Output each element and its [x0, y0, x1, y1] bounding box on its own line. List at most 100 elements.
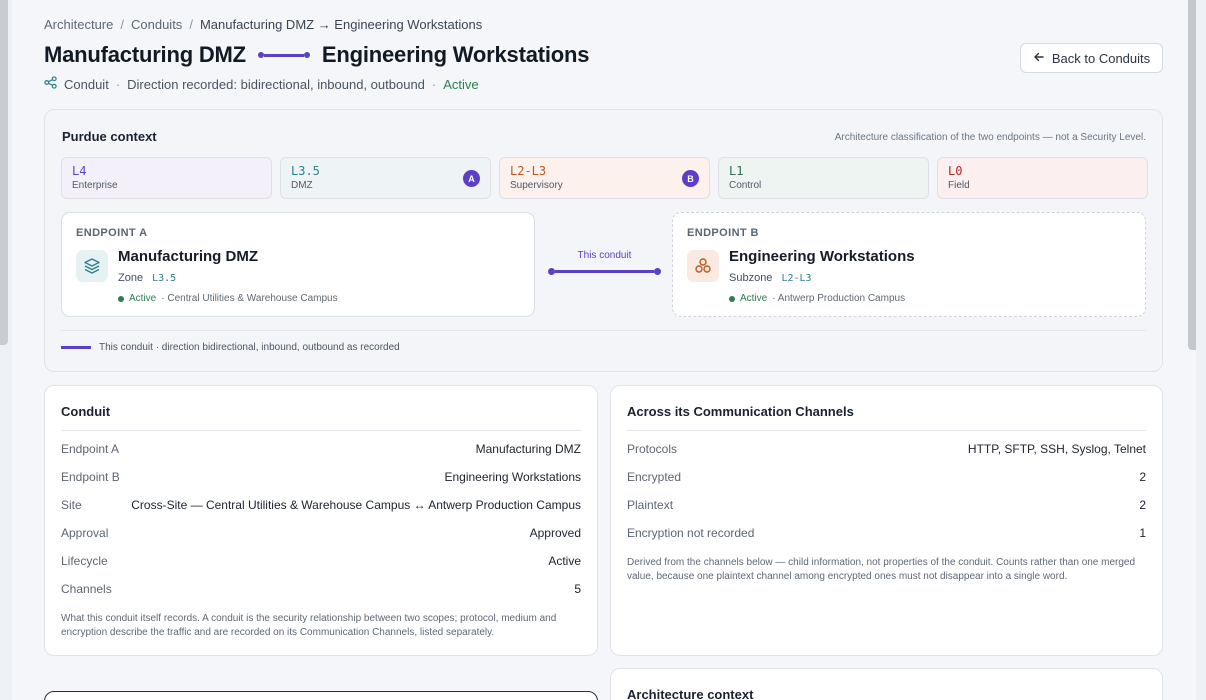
status-dot-icon: [118, 295, 124, 302]
detail-value: Active: [548, 554, 581, 568]
architecture-section-title: Architecture context: [627, 687, 754, 700]
purdue-level-4: L0 Field: [937, 157, 1148, 199]
purdue-title: Purdue context: [62, 129, 157, 144]
breadcrumb: Architecture / Conduits / Manufacturing …: [44, 17, 482, 32]
conduit-footnote: What this conduit itself records. A cond…: [61, 613, 557, 638]
conduit-kind: Conduit: [64, 76, 109, 92]
legend-text: This conduit · direction bidirectional, …: [99, 342, 400, 353]
detail-key: Protocols: [627, 442, 678, 456]
level-name: DMZ: [291, 180, 313, 191]
level-name: Control: [729, 180, 762, 191]
breadcrumb-separator: /: [189, 17, 193, 32]
endpoint-b-name: Engineering Workstations: [729, 248, 915, 265]
detail-key: Encryption not recorded: [627, 526, 755, 540]
direction-recorded: Direction recorded: bidirectional, inbou…: [127, 76, 425, 92]
legend-line-icon: [61, 346, 91, 349]
detail-row: Plaintext 2: [627, 498, 1146, 512]
layers-icon: [76, 250, 108, 282]
status-badge: Active: [443, 76, 479, 92]
architecture-context-card: Architecture context: [610, 668, 1163, 700]
detail-row: Site Cross-Site — Central Utilities & War…: [61, 498, 581, 512]
level-name: Enterprise: [72, 180, 118, 191]
back-button-label: Back to Conduits: [1051, 50, 1151, 66]
level-code: L4: [72, 164, 87, 178]
channels-footnote: Derived from the channels below — child …: [627, 557, 1136, 582]
level-code: L0: [948, 164, 963, 178]
detail-row: Protocols HTTP, SFTP, SSH, Syslog, Telnet: [627, 442, 1146, 456]
endpoint-b-level: L2-L3: [781, 272, 812, 284]
conduit-legend: This conduit · direction bidirectional, …: [61, 342, 400, 353]
conduit-section-title: Conduit: [61, 404, 111, 419]
endpoint-b-active: Active: [740, 293, 768, 304]
purdue-level-3: L1 Control: [718, 157, 929, 199]
cluster-icon: [687, 250, 719, 282]
endpoint-b-scope: Subzone: [729, 272, 773, 284]
endpoint-a-site: · Central Utilities & Warehouse Campus: [161, 293, 338, 304]
purdue-context-card: Purdue context Architecture classificati…: [44, 109, 1163, 372]
detail-row: Channels 5: [61, 582, 581, 596]
endpoint-a-type: Zone L3.5: [118, 272, 176, 284]
endpoint-b-label: ENDPOINT B: [687, 227, 759, 239]
detail-row: Approval Approved: [61, 526, 581, 540]
channels-section-title: Across its Communication Channels: [627, 404, 854, 419]
detail-value: 2: [1139, 470, 1146, 484]
detail-value: Approved: [529, 526, 581, 540]
left-scrollbar[interactable]: [0, 0, 8, 345]
purdue-level-2: L2-L3 Supervisory B: [499, 157, 710, 199]
level-code: L1: [729, 164, 744, 178]
purdue-level-1: L3.5 DMZ A: [280, 157, 491, 199]
endpoint-a-level: L3.5: [152, 272, 177, 284]
meta-separator: ·: [431, 76, 437, 92]
conduit-line-icon: [257, 52, 310, 58]
level-code: L2-L3: [510, 164, 547, 178]
endpoint-marker-badge: A: [463, 170, 480, 187]
detail-row: Encrypted 2: [627, 470, 1146, 484]
meta-separator: ·: [115, 76, 121, 92]
detail-value: 5: [574, 582, 581, 596]
breadcrumb-separator: /: [120, 17, 124, 32]
back-to-conduits-button[interactable]: Back to Conduits: [1020, 43, 1163, 73]
page-meta: Conduit · Direction recorded: bidirectio…: [44, 76, 479, 92]
level-name: Supervisory: [510, 180, 563, 191]
breadcrumb-conduits[interactable]: Conduits: [131, 17, 182, 32]
next-section-card: [44, 691, 598, 700]
endpoint-a-active: Active: [129, 293, 157, 304]
detail-key: Site: [61, 498, 82, 512]
page-title: Manufacturing DMZ Engineering Workstatio…: [44, 42, 590, 68]
arrow-left-icon: [1033, 51, 1045, 66]
detail-row: Lifecycle Active: [61, 554, 581, 568]
page: Architecture / Conduits / Manufacturing …: [12, 0, 1196, 700]
endpoint-b-status: Active · Antwerp Production Campus: [729, 293, 905, 304]
purdue-levels: L4 Enterprise L3.5 DMZ A L2-L3 Supervisory B L1 C…: [61, 157, 1148, 199]
endpoint-a-scope: Zone: [118, 272, 144, 284]
section-divider: [627, 430, 1146, 431]
conduit-card: Conduit What this conduit itself records…: [44, 385, 598, 656]
detail-key: Endpoint B: [61, 470, 120, 484]
right-scrollbar[interactable]: [1188, 0, 1196, 350]
endpoint-a-card[interactable]: ENDPOINT A Manufacturing DMZ Zone L3.5 A…: [61, 212, 535, 317]
detail-key: Channels: [61, 582, 112, 596]
purdue-divider: [61, 330, 1146, 331]
detail-row: Encryption not recorded 1: [627, 526, 1146, 540]
title-endpoint-a: Manufacturing DMZ: [44, 42, 246, 67]
detail-key: Lifecycle: [61, 554, 108, 568]
channels-card: Across its Communication Channels Derive…: [610, 385, 1163, 656]
detail-key: Encrypted: [627, 470, 682, 484]
title-endpoint-b: Engineering Workstations: [321, 42, 590, 67]
connector-label: This conduit: [577, 250, 632, 261]
endpoint-a-name: Manufacturing DMZ: [118, 248, 258, 265]
detail-row: Endpoint B Engineering Workstations: [61, 470, 581, 484]
purdue-level-0: L4 Enterprise: [61, 157, 272, 199]
breadcrumb-architecture[interactable]: Architecture: [44, 17, 113, 32]
detail-key: Plaintext: [627, 498, 674, 512]
detail-value: 2: [1139, 498, 1146, 512]
endpoint-b-site: · Antwerp Production Campus: [772, 293, 906, 304]
level-name: Field: [948, 180, 970, 191]
detail-key: Approval: [61, 526, 109, 540]
level-code: L3.5: [291, 164, 320, 178]
share-nodes-icon: [44, 76, 57, 92]
detail-value: 1: [1139, 526, 1146, 540]
endpoint-b-card[interactable]: ENDPOINT B Engineering Workstations Subz…: [672, 212, 1146, 317]
section-divider: [61, 430, 581, 431]
endpoint-a-status: Active · Central Utilities & Warehouse C…: [118, 293, 338, 304]
